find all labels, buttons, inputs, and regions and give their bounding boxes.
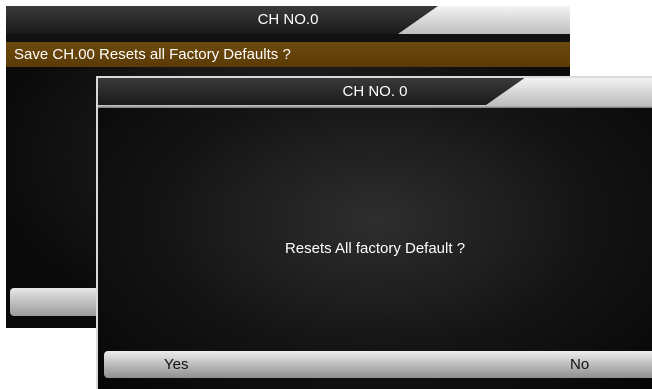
back-dialog-titlebar: CH NO.0 [6,6,570,34]
confirm-dialog-titlebar: CH NO. 0 [98,78,652,105]
no-button[interactable]: No [570,351,589,378]
confirm-dialog-message: Resets All factory Default ? [284,240,466,257]
back-dialog-title: CH NO.0 [257,11,319,28]
back-dialog-notice: Save CH.00 Resets all Factory Defaults ? [6,42,570,67]
confirm-dialog-title: CH NO. 0 [342,83,408,100]
yes-button[interactable]: Yes [164,351,188,378]
confirm-dialog-button-bar: Yes No [104,351,652,378]
confirm-dialog-window: CH NO. 0 Resets All factory Default ? Ye… [96,76,652,389]
confirm-dialog-body: Resets All factory Default ? [98,108,652,389]
